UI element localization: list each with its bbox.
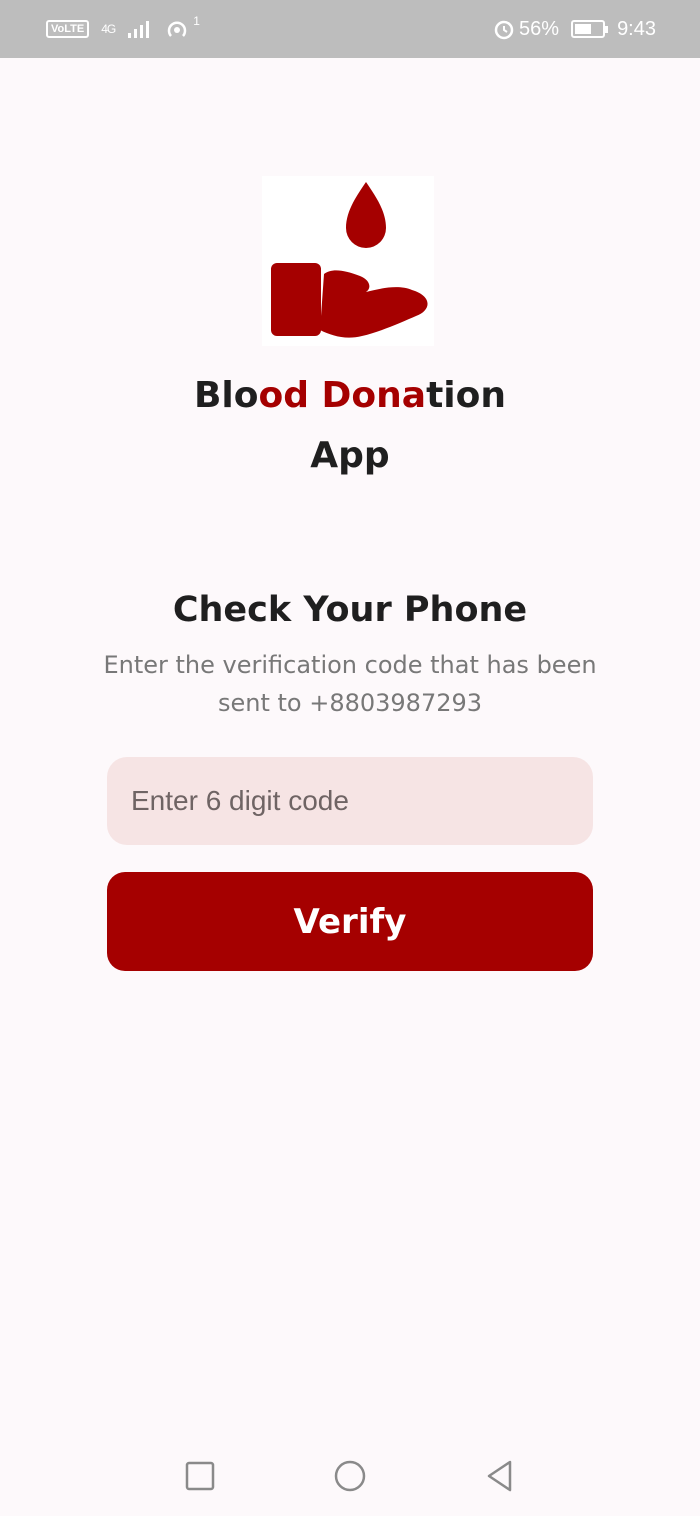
verification-code-input[interactable] xyxy=(107,757,593,845)
alarm-icon xyxy=(494,20,514,40)
back-icon xyxy=(487,1460,512,1492)
app-logo xyxy=(262,176,434,346)
title-part-dark-2: tion xyxy=(426,375,506,416)
verify-button[interactable]: Verify xyxy=(107,872,593,971)
app-title-line2: App xyxy=(310,435,390,476)
blood-drop-hand-icon xyxy=(271,182,428,338)
app-title: Blood Donation App xyxy=(100,366,600,486)
status-bar-right: 56% 9:43 xyxy=(493,18,656,41)
verification-description: Enter the verification code that has bee… xyxy=(103,651,597,717)
volte-icon: VoLTE xyxy=(46,20,90,38)
signal-icon xyxy=(128,21,150,38)
status-bar-left: VoLTE 4G 1 xyxy=(46,14,200,41)
clock-time: 9:43 xyxy=(617,17,656,40)
battery-icon xyxy=(571,20,609,38)
status-bar: VoLTE 4G 1 56% 9:43 xyxy=(0,0,700,58)
recent-apps-button[interactable] xyxy=(180,1456,220,1496)
title-part-accent: od Dona xyxy=(258,375,427,416)
hotspot-icon xyxy=(168,21,187,37)
recent-apps-icon xyxy=(185,1461,215,1491)
home-button[interactable] xyxy=(330,1456,370,1496)
battery-percent: 56% xyxy=(519,17,560,40)
hotspot-count: 1 xyxy=(193,14,200,28)
back-button[interactable] xyxy=(480,1456,520,1496)
title-part-dark-1: Blo xyxy=(193,375,259,416)
app-title-line1: Blood Donation xyxy=(100,366,600,426)
network-type: 4G xyxy=(101,22,116,36)
page-title: Check Your Phone xyxy=(172,590,528,630)
home-icon xyxy=(334,1460,366,1492)
